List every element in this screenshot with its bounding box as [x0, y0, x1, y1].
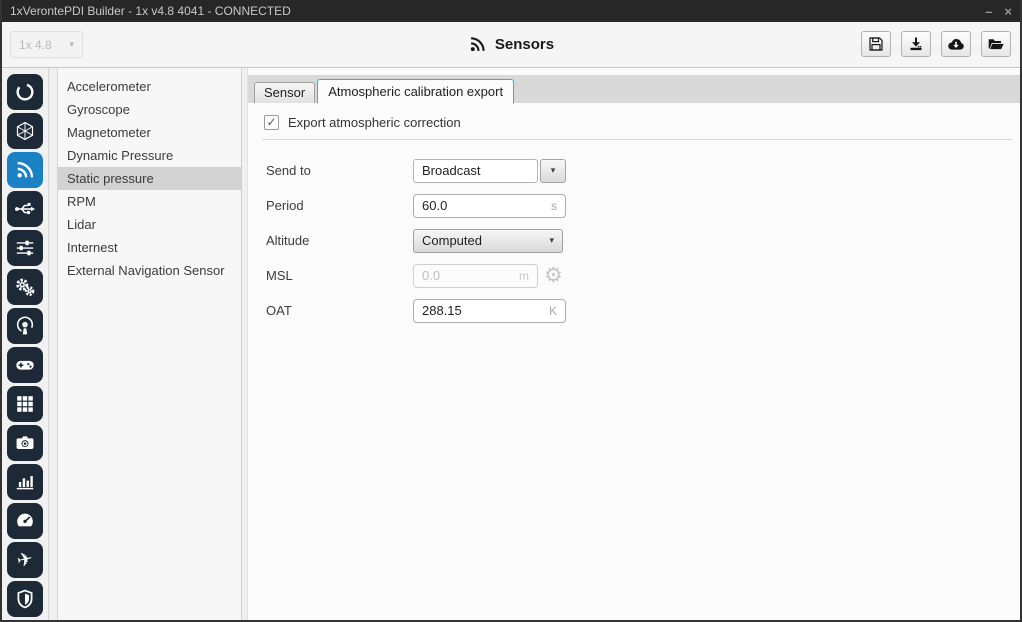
tab-atmospheric-calibration-export[interactable]: Atmospheric calibration export — [317, 79, 514, 104]
export-atmospheric-correction-label: Export atmospheric correction — [288, 115, 461, 130]
usb-icon — [14, 198, 36, 220]
close-button[interactable]: × — [1004, 5, 1012, 18]
airplane-icon: ✈ — [15, 549, 35, 571]
icon-rail: ✈ — [2, 68, 48, 620]
main-panel: Sensor Atmospheric calibration export ✓ … — [248, 68, 1020, 620]
sidebar-item-safety[interactable] — [7, 581, 43, 617]
altitude-dropdown[interactable]: Computed ▾ — [413, 229, 563, 253]
sidebar-item-hud[interactable] — [7, 503, 43, 539]
export-atmospheric-correction-checkbox[interactable]: ✓ — [264, 115, 279, 130]
period-label: Period — [266, 198, 413, 213]
podcast-icon — [14, 315, 36, 337]
gauge-icon — [14, 510, 36, 532]
list-item-lidar[interactable]: Lidar — [58, 213, 241, 236]
sidebar-item-mission[interactable]: ✈ — [7, 542, 43, 578]
list-item-magnetometer[interactable]: Magnetometer — [58, 121, 241, 144]
sidebar-item-camera[interactable] — [7, 425, 43, 461]
shield-icon — [14, 588, 36, 610]
open-folder-icon — [987, 35, 1005, 53]
minimize-button[interactable]: – — [985, 5, 992, 18]
msl-row: MSL 0.0 m ⚙ — [266, 258, 1020, 293]
send-to-dropdown-value[interactable]: Broadcast — [413, 159, 538, 183]
sensors-icon — [468, 35, 487, 54]
cloud-download-button[interactable] — [941, 31, 971, 57]
grid-icon — [14, 393, 36, 415]
chevron-down-icon: ▾ — [549, 235, 554, 246]
camera-icon — [14, 432, 36, 454]
send-to-row: Send to Broadcast ▾ — [266, 153, 1020, 188]
cloud-arrow-icon — [947, 35, 965, 53]
window-title: 1xVerontePDI Builder - 1x v4.8 4041 - CO… — [10, 4, 985, 18]
sidebar-item-telemetry[interactable] — [7, 308, 43, 344]
altitude-dropdown-value: Computed — [422, 233, 482, 248]
tab-bar: Sensor Atmospheric calibration export — [248, 75, 1020, 103]
sidebar-item-sensors[interactable] — [7, 152, 43, 188]
gear-icon[interactable]: ⚙ — [544, 265, 563, 286]
export-form: Send to Broadcast ▾ Period 60.0 — [266, 153, 1020, 328]
list-item-external-navigation-sensor[interactable]: External Navigation Sensor — [58, 259, 241, 282]
sidebar-item-platform[interactable] — [7, 113, 43, 149]
page-title: Sensors — [495, 36, 554, 53]
tab-sensor[interactable]: Sensor — [254, 82, 315, 103]
list-item-static-pressure[interactable]: Static pressure — [58, 167, 241, 190]
sidebar-item-blocks[interactable] — [7, 386, 43, 422]
save-button[interactable] — [861, 31, 891, 57]
title-bar: 1xVerontePDI Builder - 1x v4.8 4041 - CO… — [2, 0, 1020, 22]
wireless-sensors-icon — [14, 159, 36, 181]
chevron-down-icon: ▾ — [551, 165, 556, 176]
msl-label: MSL — [266, 268, 413, 283]
list-item-internest[interactable]: Internest — [58, 236, 241, 259]
msl-value: 0.0 — [422, 268, 440, 283]
oat-row: OAT 288.15 K — [266, 293, 1020, 328]
oat-label: OAT — [266, 303, 413, 318]
toolbar — [861, 31, 1011, 57]
app-window: 1xVerontePDI Builder - 1x v4.8 4041 - CO… — [0, 0, 1022, 622]
send-to-label: Send to — [266, 163, 413, 178]
chevron-down-icon: ▾ — [69, 39, 74, 50]
open-button[interactable] — [981, 31, 1011, 57]
sensor-list: Accelerometer Gyroscope Magnetometer Dyn… — [58, 68, 241, 620]
bar-chart-icon — [14, 471, 36, 493]
period-input[interactable]: 60.0 s — [413, 194, 566, 218]
version-selector-value: 1x 4.8 — [19, 38, 52, 52]
version-selector[interactable]: 1x 4.8 ▾ — [10, 31, 83, 58]
download-tray-icon — [908, 36, 924, 52]
gears-icon — [14, 276, 36, 298]
floppy-disk-icon — [868, 36, 884, 52]
sidebar-item-stick[interactable] — [7, 347, 43, 383]
list-scrollbar[interactable] — [241, 68, 248, 620]
msl-unit: m — [519, 269, 529, 283]
period-value: 60.0 — [422, 198, 447, 213]
altitude-label: Altitude — [266, 233, 413, 248]
list-item-gyroscope[interactable]: Gyroscope — [58, 98, 241, 121]
header: 1x 4.8 ▾ Sensors — [2, 22, 1020, 68]
hexagon-mesh-icon — [14, 120, 36, 142]
sliders-icon — [14, 237, 36, 259]
sidebar-item-logs[interactable] — [7, 464, 43, 500]
dashed-circle-icon — [14, 81, 36, 103]
sidebar-item-automations[interactable] — [7, 269, 43, 305]
list-item-dynamic-pressure[interactable]: Dynamic Pressure — [58, 144, 241, 167]
sidebar-item-connections[interactable] — [7, 191, 43, 227]
oat-unit: K — [549, 304, 557, 318]
tab-content: ✓ Export atmospheric correction Send to … — [248, 103, 1020, 620]
oat-input[interactable]: 288.15 K — [413, 299, 566, 323]
period-row: Period 60.0 s — [266, 188, 1020, 223]
import-button[interactable] — [901, 31, 931, 57]
altitude-row: Altitude Computed ▾ — [266, 223, 1020, 258]
divider — [262, 139, 1013, 140]
sidebar-item-setup[interactable] — [7, 74, 43, 110]
msl-input: 0.0 m — [413, 264, 538, 288]
list-item-accelerometer[interactable]: Accelerometer — [58, 75, 241, 98]
rail-scrollbar[interactable] — [48, 68, 58, 620]
send-to-dropdown-button[interactable]: ▾ — [540, 159, 566, 183]
period-unit: s — [551, 199, 557, 213]
list-item-rpm[interactable]: RPM — [58, 190, 241, 213]
sidebar-item-control[interactable] — [7, 230, 43, 266]
gamepad-icon — [14, 354, 36, 376]
oat-value: 288.15 — [422, 303, 462, 318]
